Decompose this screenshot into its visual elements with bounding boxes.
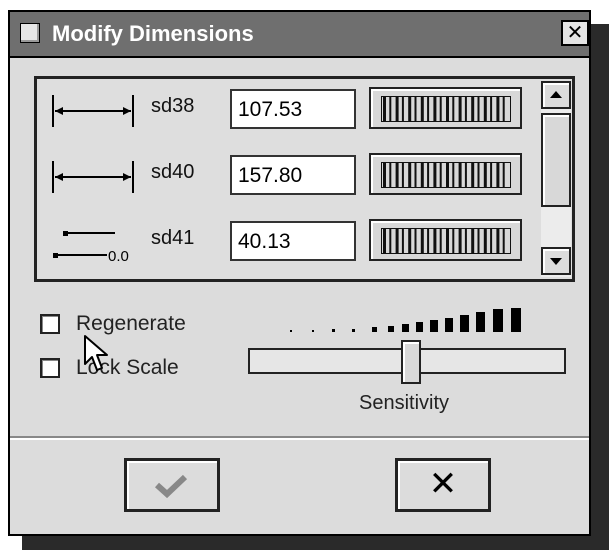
mouse-pointer-icon xyxy=(84,335,108,371)
linear-dimension-icon xyxy=(52,95,134,127)
dimension-value-input[interactable]: 157.80 xyxy=(230,155,356,195)
dimension-row: sd40 157.80 xyxy=(37,147,542,207)
modify-dimensions-dialog: Modify Dimensions ✕ sd38 107.53 sd40 157… xyxy=(8,10,591,536)
linear-dimension-icon xyxy=(52,161,134,193)
regenerate-label: Regenerate xyxy=(76,312,186,335)
thumbwheel[interactable] xyxy=(369,87,522,129)
down-arrow-icon xyxy=(550,258,562,265)
dimension-value-input[interactable]: 107.53 xyxy=(230,89,356,129)
scroll-up-button[interactable] xyxy=(541,81,571,109)
sensitivity-scale-icon xyxy=(290,308,521,332)
vertical-scrollbar[interactable] xyxy=(541,81,571,277)
dimension-icon-value: 0.0 xyxy=(108,248,129,263)
thumbwheel[interactable] xyxy=(369,153,522,195)
scroll-down-button[interactable] xyxy=(541,247,571,275)
thumbwheel-grip-icon xyxy=(381,228,511,254)
dimension-value-input[interactable]: 40.13 xyxy=(230,221,356,261)
dimension-name: sd40 xyxy=(151,161,195,183)
dimension-row: 0.0 sd41 40.13 xyxy=(37,213,542,273)
dialog-title: Modify Dimensions xyxy=(52,21,254,46)
checkmark-icon xyxy=(154,474,188,499)
lock-scale-checkbox[interactable] xyxy=(40,358,60,378)
title-bar[interactable]: Modify Dimensions ✕ xyxy=(10,12,589,58)
up-arrow-icon xyxy=(550,91,562,98)
regenerate-checkbox[interactable] xyxy=(40,314,60,334)
window-menu-icon[interactable] xyxy=(20,23,40,43)
dimension-row: sd38 107.53 xyxy=(37,81,542,141)
dimension-list: sd38 107.53 sd40 157.80 0.0 sd41 40.13 xyxy=(34,76,575,282)
dimension-name: sd38 xyxy=(151,95,195,117)
thumbwheel-grip-icon xyxy=(381,162,511,188)
thumbwheel[interactable] xyxy=(369,219,522,261)
cancel-button[interactable]: ✕ xyxy=(395,458,491,512)
sensitivity-slider-thumb[interactable] xyxy=(401,340,421,384)
sensitivity-label: Sensitivity xyxy=(359,392,450,414)
thumbwheel-grip-icon xyxy=(381,96,511,122)
divider xyxy=(10,436,589,440)
angular-dimension-icon: 0.0 xyxy=(53,231,129,263)
scroll-thumb[interactable] xyxy=(541,113,571,207)
dimension-name: sd41 xyxy=(151,227,195,249)
ok-button[interactable] xyxy=(124,458,220,512)
close-button[interactable]: ✕ xyxy=(561,20,589,46)
